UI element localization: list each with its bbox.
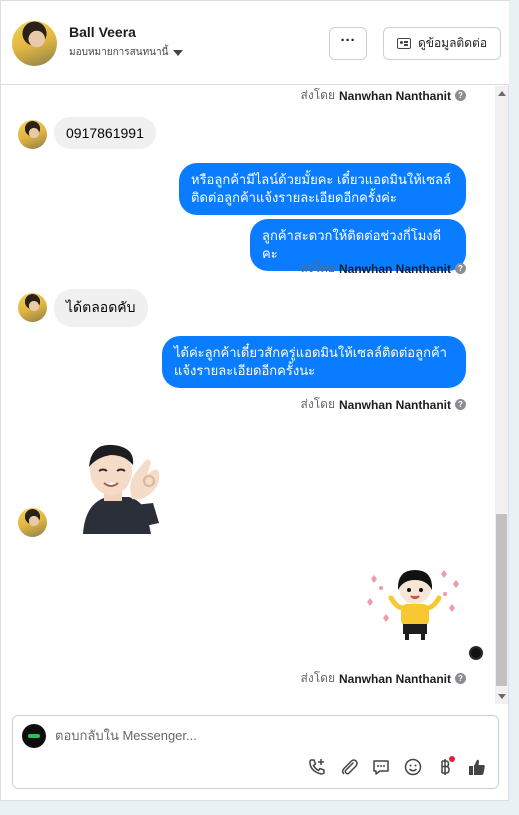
conversation-header: Ball Veera มอบหมายการสนทนานี้ ··· ดูข้อม… [1, 1, 509, 85]
sender-name: Nanwhan Nanthanit [338, 88, 451, 103]
reply-composer [12, 715, 499, 789]
page-avatar [22, 724, 46, 748]
sender-name: Nanwhan Nanthanit [338, 397, 451, 412]
saved-replies-icon[interactable] [370, 756, 392, 778]
scroll-thumb[interactable] [496, 514, 507, 686]
outgoing-message[interactable]: ได้ค่ะลูกค้าเดี๋ยวสักครู่แอดมินให้เซลล์ต… [162, 336, 466, 388]
incoming-message[interactable]: 0917861991 [54, 117, 156, 149]
view-contact-info-label: ดูข้อมูลติดต่อ [417, 36, 488, 50]
contact-avatar-small[interactable] [18, 120, 47, 149]
assign-conversation-dropdown[interactable]: มอบหมายการสนทนานี้ [69, 45, 184, 60]
incoming-message[interactable]: ได้ตลอดคับ [54, 289, 148, 327]
help-icon[interactable]: ? [455, 399, 466, 410]
reply-input[interactable] [55, 728, 475, 743]
sent-by-label: ส่งโดย Nanwhan Nanthanit ? [301, 86, 466, 105]
sent-by-label: ส่งโดย Nanwhan Nanthanit ? [301, 395, 466, 414]
conversation-panel: Ball Veera มอบหมายการสนทนานี้ ··· ดูข้อม… [0, 0, 509, 801]
chat-scrollbar[interactable] [495, 86, 508, 704]
help-icon[interactable]: ? [455, 263, 466, 274]
emoji-icon[interactable] [402, 756, 424, 778]
caret-down-icon [173, 49, 184, 56]
happy-girl-sticker[interactable] [361, 564, 465, 644]
like-icon[interactable] [466, 756, 488, 778]
sender-name: Nanwhan Nanthanit [338, 671, 451, 686]
scroll-down-arrow-icon[interactable] [498, 694, 506, 699]
contact-avatar-small[interactable] [18, 508, 47, 537]
baht-payment-icon[interactable] [434, 756, 456, 778]
view-contact-info-button[interactable]: ดูข้อมูลติดต่อ [383, 27, 501, 60]
composer-toolbar [306, 756, 488, 778]
contact-avatar[interactable] [12, 21, 57, 66]
attachment-icon[interactable] [338, 756, 360, 778]
assign-label: มอบหมายการสนทนานี้ [69, 47, 169, 58]
contact-card-icon [396, 38, 411, 49]
more-options-button[interactable]: ··· [329, 27, 367, 60]
contact-avatar-small[interactable] [18, 293, 47, 322]
notification-dot [449, 756, 455, 762]
sender-name: Nanwhan Nanthanit [338, 261, 451, 276]
ok-hand-sticker[interactable] [77, 441, 163, 534]
seen-by-page-avatar [469, 646, 483, 660]
contact-name[interactable]: Ball Veera [69, 24, 136, 40]
sent-by-label: ส่งโดย Nanwhan Nanthanit ? [301, 259, 466, 278]
call-add-icon[interactable] [306, 756, 328, 778]
help-icon[interactable]: ? [455, 90, 466, 101]
outgoing-message[interactable]: หรือลูกค้ามีไลน์ด้วยมั้ยคะ เดี๋ยวแอดมินใ… [179, 163, 466, 215]
message-list: ส่งโดย Nanwhan Nanthanit ? 0917861991 หร… [1, 86, 495, 706]
sent-by-label: ส่งโดย Nanwhan Nanthanit ? [301, 669, 466, 688]
help-icon[interactable]: ? [455, 673, 466, 684]
scroll-up-arrow-icon[interactable] [498, 91, 506, 96]
